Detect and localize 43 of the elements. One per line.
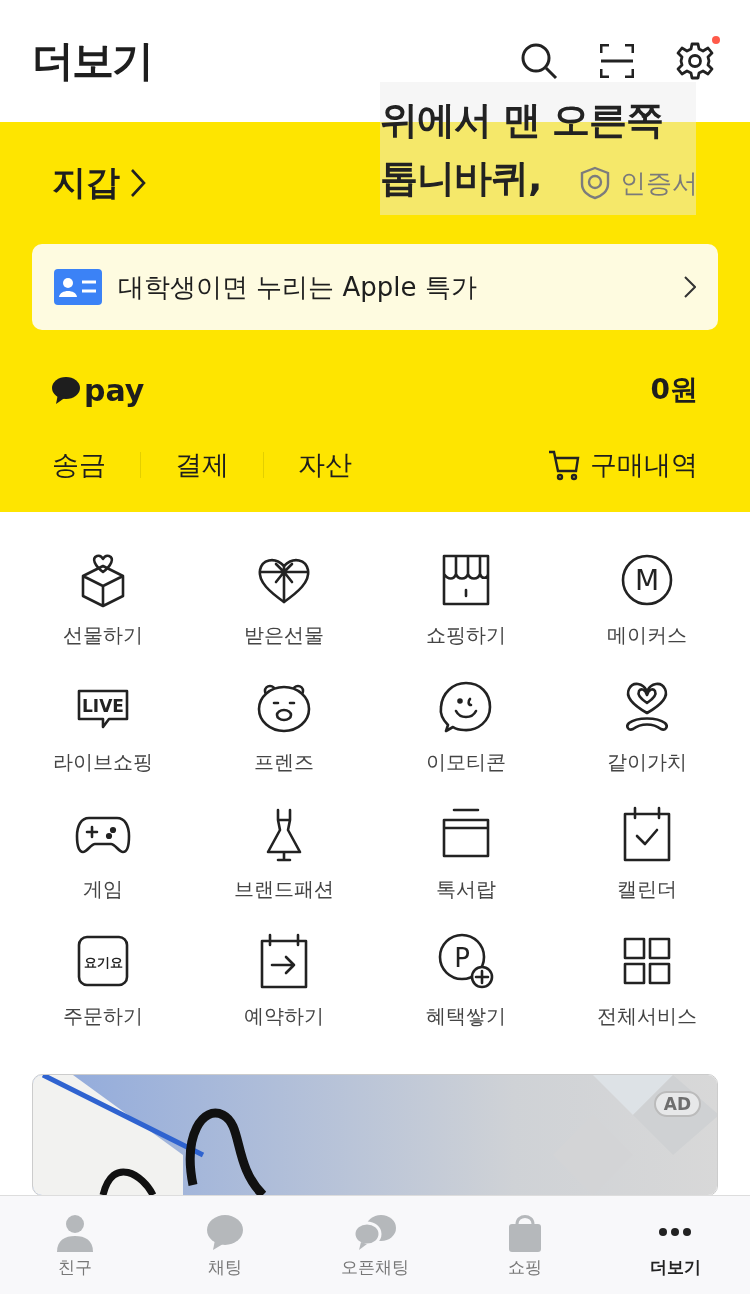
service-item[interactable]: 같이가치 <box>556 679 738 776</box>
cart-icon <box>548 449 580 481</box>
pay-link[interactable]: 자산 <box>264 447 386 483</box>
service-item[interactable]: M 메이커스 <box>556 552 738 649</box>
service-item[interactable]: 요기요 주문하기 <box>12 933 194 1030</box>
scan-icon[interactable] <box>600 44 634 78</box>
service-item[interactable]: P 혜택쌓기 <box>375 933 557 1030</box>
service-item[interactable]: 이모티콘 <box>375 679 557 776</box>
chevron-icon <box>130 168 146 198</box>
nav-tab[interactable]: 친구 <box>0 1196 150 1294</box>
pay-logo: pay <box>84 372 145 408</box>
promo-banner[interactable]: 대학생이면 누리는 Apple 특가 <box>32 244 718 330</box>
service-item[interactable]: 브랜드패션 <box>193 806 375 903</box>
service-item[interactable]: LIVE 라이브쇼핑 <box>12 679 194 776</box>
ad-label: AD <box>653 1091 701 1117</box>
page-title: 더보기 <box>32 35 153 87</box>
nav-tab[interactable]: 오픈채팅 <box>300 1196 450 1294</box>
service-item[interactable]: 캘린더 <box>556 806 738 903</box>
nav-tab[interactable]: 채팅 <box>150 1196 300 1294</box>
caption-text: 톱니바퀴, <box>380 154 542 202</box>
speech-bubble-icon <box>52 376 80 404</box>
smile-bubble-icon <box>437 679 494 735</box>
more-icon <box>659 1227 691 1236</box>
service-item[interactable]: 받은선물 <box>193 552 375 649</box>
settings-icon[interactable] <box>676 42 714 80</box>
service-item[interactable]: 쇼핑하기 <box>375 552 557 649</box>
chevron-icon <box>684 276 696 298</box>
search-icon[interactable] <box>520 42 558 80</box>
shield-icon <box>580 166 610 200</box>
pay-link[interactable]: 결제 <box>141 447 263 483</box>
id-card-icon <box>54 269 102 305</box>
purchase-history-link[interactable]: 구매내역 <box>590 447 698 483</box>
nav-tab[interactable]: 더보기 <box>600 1196 750 1294</box>
pay-link[interactable]: 송금 <box>52 447 140 483</box>
wallet-title[interactable]: 지갑 <box>52 160 120 206</box>
service-item[interactable]: 예약하기 <box>193 933 375 1030</box>
service-item[interactable]: 선물하기 <box>12 552 194 649</box>
service-item[interactable]: 톡서랍 <box>375 806 557 903</box>
balance: 0원 <box>650 372 698 408</box>
service-item[interactable]: 전체서비스 <box>556 933 738 1030</box>
service-item[interactable]: 게임 <box>12 806 194 903</box>
service-item[interactable]: 프렌즈 <box>193 679 375 776</box>
nav-tab[interactable]: 쇼핑 <box>450 1196 600 1294</box>
